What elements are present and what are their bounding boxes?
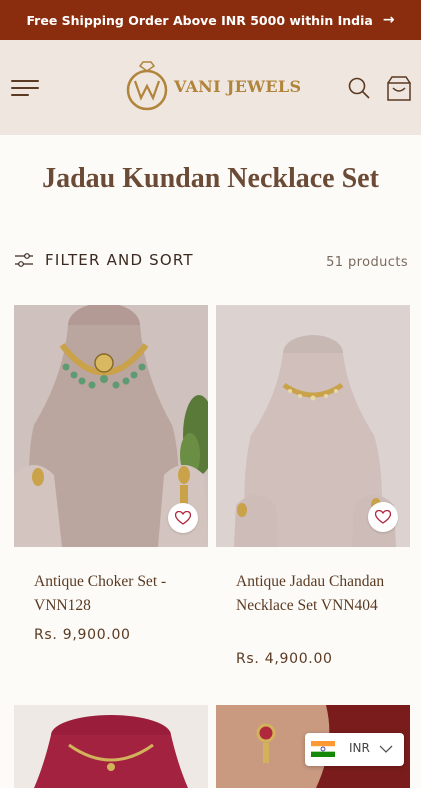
filter-sort-label: FILTER AND SORT	[45, 251, 194, 269]
product-count: 51 products	[326, 255, 408, 270]
product-image-1[interactable]	[14, 305, 208, 547]
filter-icon	[15, 253, 33, 267]
cart-icon	[387, 76, 411, 101]
wishlist-button[interactable]	[368, 502, 398, 532]
arrow-right-icon: →	[382, 12, 395, 28]
india-flag-icon	[311, 741, 335, 757]
logo-text: VANI JEWELS	[174, 76, 302, 96]
product-image-3[interactable]	[14, 705, 208, 788]
announcement-bar[interactable]: Free Shipping Order Above INR 5000 withi…	[0, 0, 421, 40]
menu-button[interactable]	[11, 80, 39, 96]
chevron-down-icon	[379, 745, 393, 753]
logo-ring-icon	[126, 61, 168, 111]
announcement-text: Free Shipping Order Above INR 5000 withi…	[26, 12, 373, 28]
wishlist-button[interactable]	[168, 503, 198, 533]
necklace-photo-image	[14, 705, 208, 788]
product-image-2[interactable]	[216, 305, 410, 547]
search-icon	[348, 77, 370, 99]
product-price-1: Rs. 9,900.00	[34, 627, 131, 643]
site-header: VANI JEWELS	[0, 40, 421, 135]
cart-button[interactable]	[386, 74, 412, 102]
hamburger-icon	[11, 80, 39, 82]
hamburger-line	[11, 94, 29, 96]
product-price-2: Rs. 4,900.00	[236, 651, 333, 667]
collection-title: Jadau Kundan Necklace Set	[42, 163, 379, 194]
product-name-1[interactable]: Antique Choker Set - VNN128	[34, 570, 194, 618]
heart-icon	[175, 511, 191, 525]
filter-sort-button[interactable]: FILTER AND SORT	[15, 251, 194, 269]
product-name-2[interactable]: Antique Jadau Chandan Necklace Set VNN40…	[236, 570, 386, 618]
heart-icon	[375, 510, 391, 524]
currency-selector[interactable]: INR	[305, 733, 404, 766]
logo[interactable]: VANI JEWELS	[124, 60, 301, 112]
currency-code: INR	[349, 741, 370, 755]
hamburger-line	[11, 87, 39, 89]
search-button[interactable]	[347, 76, 371, 100]
